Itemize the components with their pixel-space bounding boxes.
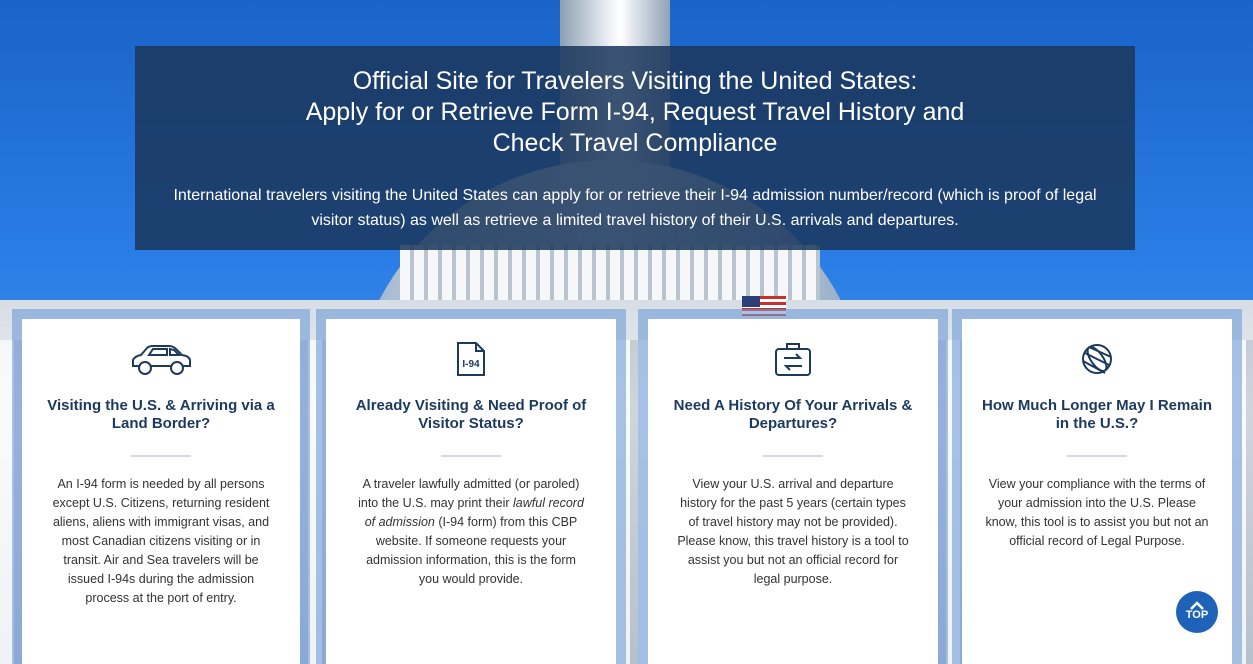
globe-icon [962,319,1232,381]
card-text-visitor-status: A traveler lawfully admitted (or paroled… [358,477,584,586]
card-text-travel-history: View your U.S. arrival and departure his… [677,477,909,586]
card-divider [763,455,823,457]
back-to-top-label: TOP [1185,609,1209,621]
card-title-land-border: Visiting the U.S. & Arriving via a Land … [47,397,275,432]
card-travel-history[interactable]: Need A History Of Your Arrivals & Depart… [648,319,938,664]
card-divider [441,455,501,457]
card-frame-land-border: Visiting the U.S. & Arriving via a Land … [12,309,310,664]
card-frame-travel-history: Need A History Of Your Arrivals & Depart… [638,309,948,664]
card-divider [1067,455,1127,457]
card-visitor-status[interactable]: I-94 Already Visiting & Need Proof of Vi… [326,319,616,664]
card-land-border[interactable]: Visiting the U.S. & Arriving via a Land … [22,319,300,664]
card-title-travel-history: Need A History Of Your Arrivals & Depart… [673,397,913,432]
card-frame-visitor-status: I-94 Already Visiting & Need Proof of Vi… [316,309,626,664]
i94-document-icon: I-94 [326,319,616,381]
card-divider [131,455,191,457]
svg-text:I-94: I-94 [462,359,480,370]
hero-title: Official Site for Travelers Visiting the… [205,66,1065,159]
hero-title-line3: Check Travel Compliance [492,129,778,157]
back-to-top-button[interactable]: TOP [1176,591,1218,633]
service-cards: Visiting the U.S. & Arriving via a Land … [12,309,1242,664]
card-text-compliance: View your compliance with the terms of y… [985,477,1209,548]
hero-title-line1: Official Site for Travelers Visiting the… [352,67,918,95]
hero-title-line2: Apply for or Retrieve Form I-94, Request… [305,98,965,126]
chevron-up-icon [1176,597,1218,610]
car-icon [22,319,300,381]
hero-description: International travelers visiting the Uni… [173,187,1097,229]
card-text-land-border: An I-94 form is needed by all persons ex… [52,477,270,605]
card-title-compliance: How Much Longer May I Remain in the U.S.… [981,397,1213,432]
hero-banner: Official Site for Travelers Visiting the… [135,46,1135,250]
travel-history-icon [648,319,938,381]
card-title-visitor-status: Already Visiting & Need Proof of Visitor… [355,397,587,432]
